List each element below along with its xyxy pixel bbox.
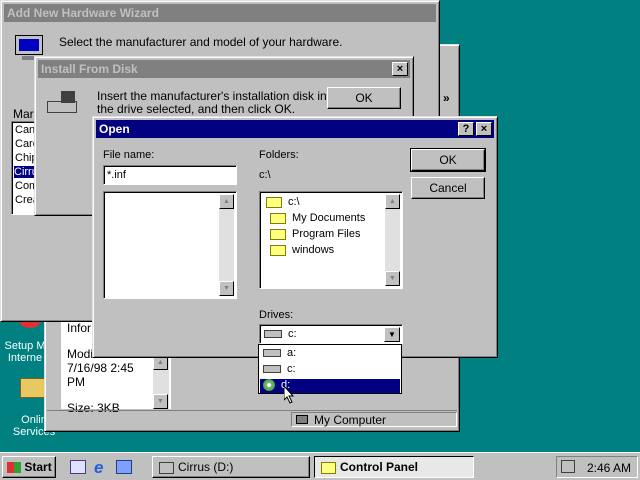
folder-item[interactable]: Program Files [270,228,360,240]
folders-label: Folders: [259,149,299,161]
file-list-scrollbar[interactable]: ▲ ▼ [219,194,234,296]
hard-drive-icon [263,365,281,374]
channels-icon[interactable] [116,460,132,474]
start-button[interactable]: Start [2,456,56,478]
cd-drive-icon [263,379,275,392]
scroll-down-icon[interactable]: ▼ [385,271,400,286]
open-dialog: Open ? × File name: *.inf ▲ ▼ Folders: c… [92,116,498,358]
file-name-input[interactable]: *.inf [103,165,237,185]
open-folder-icon [266,196,282,208]
manufacturers-label: Mar [13,107,34,121]
folder-tree[interactable]: c:\ My Documents Program Files windows ▲… [259,191,403,289]
network-icon[interactable] [561,460,575,473]
clock[interactable]: 2:46 AM [587,461,631,475]
control-panel-icon [321,461,336,474]
help-icon[interactable]: ? [458,122,474,136]
info-label: Infor [67,321,92,335]
dropdown-arrow-button[interactable]: ▼ [384,327,400,342]
current-path: c:\ [259,169,271,181]
install-ok-button[interactable]: OK [327,87,401,109]
folder-icon [270,212,286,224]
cancel-button[interactable]: Cancel [411,177,485,199]
setup-msn-label: Setup M Interne [4,340,46,364]
mouse-cursor-icon [283,384,296,407]
folder-icon [159,461,174,474]
folder-item[interactable]: windows [270,244,334,256]
system-tray: 2:46 AM [556,456,638,478]
show-desktop-icon[interactable] [70,460,86,474]
drives-label: Drives: [259,309,294,321]
windows-logo-icon [7,462,21,474]
file-name-value: *.inf [107,169,126,181]
drive-option-a[interactable]: a: [263,347,296,359]
scroll-up-icon[interactable]: ▲ [219,194,234,209]
chevron-button[interactable]: » [443,91,450,105]
folder-scrollbar[interactable]: ▲ ▼ [153,355,169,409]
scroll-down-icon[interactable]: ▼ [219,281,234,296]
install-title: Install From Disk [41,62,138,76]
drives-select[interactable]: c: ▼ [259,324,403,344]
open-title-bar: Open ? × [96,120,494,138]
open-ok-button[interactable]: OK [410,148,486,172]
task-cirrus[interactable]: Cirrus (D:) [152,456,310,478]
folder-item[interactable]: My Documents [270,212,365,224]
folder-item[interactable]: c:\ [266,196,300,208]
drives-dropdown-list[interactable]: a: c: d: [258,344,402,394]
wizard-prompt: Select the manufacturer and model of you… [59,35,343,49]
wizard-title-bar: Add New Hardware Wizard [4,4,436,22]
modified-value-2: PM [67,375,85,389]
file-name-label: File name: [103,149,155,161]
close-icon[interactable]: × [476,122,492,136]
install-message-line1: Insert the manufacturer's installation d… [97,89,337,103]
modified-label: Modi [67,347,94,361]
computer-icon [296,415,308,424]
internet-explorer-icon[interactable]: e [94,458,103,478]
drive-selected: c: [264,328,297,340]
task-control-panel[interactable]: Control Panel [314,456,474,478]
hard-drive-icon [264,330,282,339]
wizard-title: Add New Hardware Wizard [7,6,159,20]
disk-drive-icon [47,91,79,115]
folder-tree-scrollbar[interactable]: ▲ ▼ [385,194,400,286]
install-message-line2: the drive selected, and then click OK. [97,102,296,116]
taskbar: Start e Cirrus (D:) Control Panel 2:46 A… [0,452,640,480]
open-title: Open [99,122,130,136]
scroll-up-icon[interactable]: ▲ [385,194,400,209]
install-title-bar: Install From Disk × [38,60,410,78]
drive-option-d-selected[interactable]: d: [260,379,400,393]
modified-value-1: 7/16/98 2:45 [67,361,134,375]
close-icon[interactable]: × [392,62,408,76]
floppy-drive-icon [263,349,281,358]
quick-launch: e [66,458,140,478]
drive-option-c[interactable]: c: [263,363,296,375]
status-text: My Computer [314,413,387,427]
file-list[interactable]: ▲ ▼ [103,191,237,299]
folder-icon [270,228,286,240]
online-services-folder-icon[interactable] [20,378,46,400]
status-bar: My Computer [47,410,457,429]
scroll-down-icon[interactable]: ▼ [153,394,168,409]
folder-icon [270,244,286,256]
